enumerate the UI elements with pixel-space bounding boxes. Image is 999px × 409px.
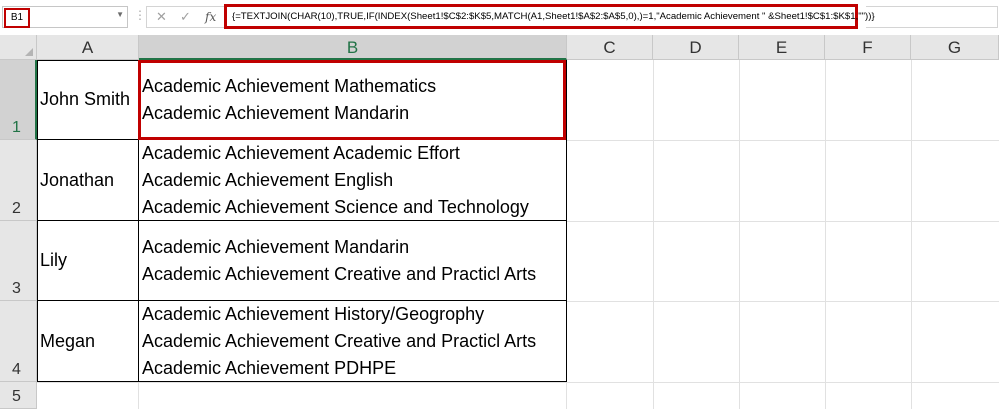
insert-function-icon[interactable]: fx xyxy=(205,8,216,26)
formula-text: {=TEXTJOIN(CHAR(10),TRUE,IF(INDEX(Sheet1… xyxy=(232,11,875,22)
gridline xyxy=(567,301,999,302)
row-number: 3 xyxy=(12,280,21,297)
name-box[interactable]: B1 ▼ xyxy=(2,6,128,28)
row-header-3[interactable]: 3 xyxy=(0,221,37,301)
row-number: 2 xyxy=(12,200,21,217)
gridline xyxy=(566,382,567,409)
student-name: Lily xyxy=(40,250,68,270)
student-name: Megan xyxy=(40,330,96,351)
gridline xyxy=(825,60,826,409)
achievement-line: Academic Achievement History/Geogrophy xyxy=(142,303,485,324)
gridline xyxy=(37,382,999,383)
row-header-2[interactable]: 2 xyxy=(0,140,37,221)
checkmark-icon[interactable]: ✓ xyxy=(180,8,191,26)
column-header-a[interactable]: A xyxy=(37,35,139,60)
gridline xyxy=(739,60,740,409)
select-all-icon xyxy=(25,48,33,56)
row-header-5[interactable]: 5 xyxy=(0,382,37,409)
column-header-f[interactable]: F xyxy=(825,35,911,60)
formula-bar-remainder xyxy=(866,6,998,28)
cell-b3[interactable]: Academic Achievement Mandarin Academic A… xyxy=(139,221,567,301)
achievement-line: Academic Achievement Academic Effort xyxy=(142,142,460,163)
cell-a3[interactable]: Lily xyxy=(37,221,139,301)
gridline xyxy=(138,382,139,409)
cell-b4[interactable]: Academic Achievement History/Geogrophy A… xyxy=(139,301,567,382)
column-header-g[interactable]: G xyxy=(911,35,999,60)
gridline xyxy=(653,60,654,409)
row-number: 4 xyxy=(12,361,21,378)
achievement-line: Academic Achievement English xyxy=(142,169,394,190)
achievement-line: Academic Achievement Mandarin xyxy=(142,236,410,257)
close-icon[interactable]: ✕ xyxy=(156,8,167,26)
achievement-line: Academic Achievement Science and Technol… xyxy=(142,196,529,217)
cell-a2[interactable]: Jonathan xyxy=(37,140,139,221)
column-header-d[interactable]: D xyxy=(653,35,739,60)
achievement-line: Academic Achievement Creative and Practi… xyxy=(142,263,537,284)
column-header-e[interactable]: E xyxy=(739,35,825,60)
achievement-line: Academic Achievement Creative and Practi… xyxy=(142,330,537,351)
name-box-value[interactable]: B1 xyxy=(4,8,30,28)
cell-a4[interactable]: Megan xyxy=(37,301,139,382)
column-header-b[interactable]: B xyxy=(139,35,567,60)
achievement-line: Academic Achievement PDHPE xyxy=(142,357,397,378)
row-number: 5 xyxy=(12,388,21,405)
row-number: 1 xyxy=(12,119,21,136)
column-header-c[interactable]: C xyxy=(567,35,653,60)
active-cell-highlight xyxy=(138,60,566,140)
cell-a1[interactable]: John Smith xyxy=(37,60,139,140)
chevron-down-icon[interactable]: ▼ xyxy=(116,10,124,19)
more-dots-icon[interactable]: ⋮ xyxy=(134,8,146,22)
formula-bar: B1 ▼ ⋮ ✕ ✓ fx {=TEXTJOIN(CHAR(10),TRUE,I… xyxy=(0,0,999,36)
formula-input[interactable]: {=TEXTJOIN(CHAR(10),TRUE,IF(INDEX(Sheet1… xyxy=(224,4,875,29)
formula-buttons: ✕ ✓ fx xyxy=(146,6,226,28)
row-header-1[interactable]: 1 xyxy=(0,60,37,140)
select-all-button[interactable] xyxy=(0,35,37,60)
student-name: Jonathan xyxy=(40,169,115,190)
gridline xyxy=(567,140,999,141)
student-name: John Smith xyxy=(40,89,131,109)
row-header-4[interactable]: 4 xyxy=(0,301,37,382)
gridline xyxy=(567,221,999,222)
gridline xyxy=(911,60,912,409)
cell-b2[interactable]: Academic Achievement Academic Effort Aca… xyxy=(139,140,567,221)
